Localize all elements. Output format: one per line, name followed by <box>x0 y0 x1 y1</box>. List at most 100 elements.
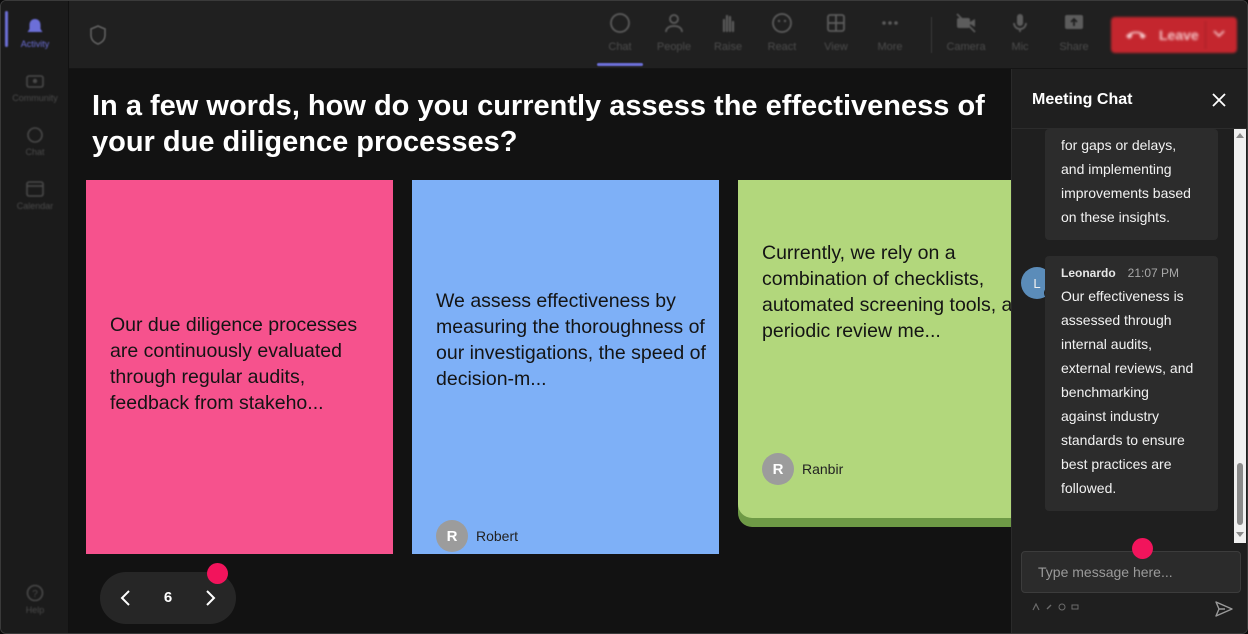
message-line: improvements based <box>1061 185 1191 201</box>
scroll-thumb[interactable] <box>1237 463 1243 525</box>
message-line: internal audits, <box>1061 336 1153 352</box>
chat-message-input[interactable] <box>1021 551 1241 593</box>
chat-icon <box>27 126 43 143</box>
people-icon <box>665 14 683 33</box>
chat-format-tools <box>1032 603 1079 611</box>
question-title: In a few words, how do you currently ass… <box>92 90 985 158</box>
chat-active-indicator <box>597 63 643 66</box>
grid-icon <box>827 14 845 32</box>
view-button-label: View <box>824 41 848 53</box>
message-line: external reviews, and <box>1061 360 1194 376</box>
avatar: R <box>762 453 794 485</box>
share-button[interactable]: Share <box>1051 11 1097 61</box>
rail-item-chat[interactable]: Chat <box>1 115 69 167</box>
leave-button-label: Leave <box>1159 27 1199 43</box>
response-card[interactable]: Currently, we rely on a combination of c… <box>738 180 1045 518</box>
message-line: against industry <box>1061 408 1160 424</box>
card-text: Currently, we rely on a combination of c… <box>762 242 1035 342</box>
author-name: Robert <box>476 528 519 544</box>
page-number: 6 <box>163 589 173 606</box>
chat-button[interactable]: Chat <box>597 11 643 61</box>
meeting-window: Activity Community Chat Calendar ? Help … <box>0 0 1248 634</box>
chevron-left-icon[interactable] <box>116 588 136 608</box>
card-author: R Ranbir <box>762 453 843 485</box>
camera-button[interactable]: Camera <box>943 11 989 61</box>
share-button-label: Share <box>1059 41 1089 53</box>
message-meta: Leonardo 21:07 PM <box>1061 266 1179 280</box>
message-line: for gaps or delays, <box>1061 137 1177 153</box>
message-line: standards to ensure <box>1061 432 1185 448</box>
rail-item-community[interactable]: Community <box>1 61 69 113</box>
calendar-icon <box>26 180 44 197</box>
rail-item-calendar[interactable]: Calendar <box>1 169 69 221</box>
rail-item-help[interactable]: ? Help <box>1 573 69 625</box>
message-line: and implementing <box>1061 161 1172 177</box>
chat-message-body: Our effectiveness is assessed through in… <box>1045 284 1193 500</box>
rail-item-activity[interactable]: Activity <box>1 7 69 59</box>
close-icon[interactable] <box>1210 91 1228 109</box>
bell-icon <box>27 18 43 32</box>
mic-button-label: Mic <box>1011 41 1029 53</box>
rail-label-calendar: Calendar <box>16 200 54 211</box>
hand-icon <box>722 14 735 33</box>
chat-message: for gaps or delays, and implementing imp… <box>1045 129 1218 240</box>
mic-button[interactable]: Mic <box>997 11 1043 61</box>
format-icon[interactable] <box>1032 603 1040 611</box>
app-rail: Activity Community Chat Calendar ? Help <box>1 1 69 633</box>
community-icon <box>26 74 44 88</box>
message-line: followed. <box>1061 480 1117 496</box>
camera-off-icon <box>956 13 976 33</box>
author-name: Ranbir <box>802 461 844 477</box>
scroll-down-arrow[interactable] <box>1236 532 1244 537</box>
shield-icon[interactable] <box>89 25 107 45</box>
phone-hangup-icon <box>1126 31 1146 39</box>
meeting-toolbar: Chat People Raise React View More Camera <box>69 1 1247 69</box>
chat-message: Leonardo 21:07 PM Our effectiveness is as… <box>1045 256 1218 511</box>
more-button-label: More <box>877 41 903 53</box>
attach-icon[interactable] <box>1045 603 1053 611</box>
chat-button-label: Chat <box>608 41 632 53</box>
response-card[interactable]: We assess effectiveness by measuring the… <box>412 180 719 554</box>
react-button[interactable]: React <box>759 11 805 61</box>
leave-divider <box>1205 21 1206 49</box>
card-author: R Robert <box>436 520 518 552</box>
avatar: R <box>436 520 468 552</box>
chat-bubble-icon <box>610 13 630 33</box>
people-button-label: People <box>656 41 692 53</box>
share-screen-icon <box>1065 15 1083 29</box>
svg-text:?: ? <box>32 589 38 600</box>
toolbar-divider <box>931 17 932 53</box>
view-button[interactable]: View <box>813 11 859 61</box>
raise-hand-button[interactable]: Raise <box>705 11 751 61</box>
cursor-marker <box>1132 538 1153 559</box>
gif-icon[interactable] <box>1071 603 1079 611</box>
ellipsis-icon <box>882 21 898 25</box>
send-icon[interactable] <box>1214 600 1234 618</box>
camera-button-label: Camera <box>946 41 986 53</box>
microphone-icon <box>1013 14 1027 32</box>
people-button[interactable]: People <box>651 11 697 61</box>
leave-button[interactable]: Leave <box>1111 17 1237 53</box>
chevron-down-icon[interactable] <box>1213 29 1225 39</box>
sender-name: Leonardo <box>1061 266 1116 280</box>
smiley-icon <box>772 13 792 33</box>
card-text: Our due diligence processes are continuo… <box>110 314 358 414</box>
more-button[interactable]: More <box>867 11 913 61</box>
help-icon: ? <box>26 584 44 601</box>
message-time: 21:07 PM <box>1127 266 1180 280</box>
message-line: best practices are <box>1061 456 1172 472</box>
chevron-right-icon[interactable] <box>200 588 220 608</box>
scroll-up-arrow[interactable] <box>1236 133 1244 138</box>
emoji-icon[interactable] <box>1058 603 1066 611</box>
message-line: benchmarking <box>1061 384 1149 400</box>
response-card[interactable]: Our due diligence processes are continuo… <box>86 180 393 554</box>
chat-title: Meeting Chat <box>1032 91 1133 108</box>
rail-label-help: Help <box>25 604 45 615</box>
react-button-label: React <box>767 41 797 53</box>
chat-scrollbar[interactable] <box>1234 129 1246 543</box>
cursor-marker <box>207 563 228 584</box>
chat-message-body: for gaps or delays, and implementing imp… <box>1045 133 1191 229</box>
rail-label-activity: Activity <box>20 38 50 49</box>
meeting-chat-panel: Meeting Chat for gaps or delays, and imp… <box>1011 69 1247 633</box>
message-line: assessed through <box>1061 312 1172 328</box>
